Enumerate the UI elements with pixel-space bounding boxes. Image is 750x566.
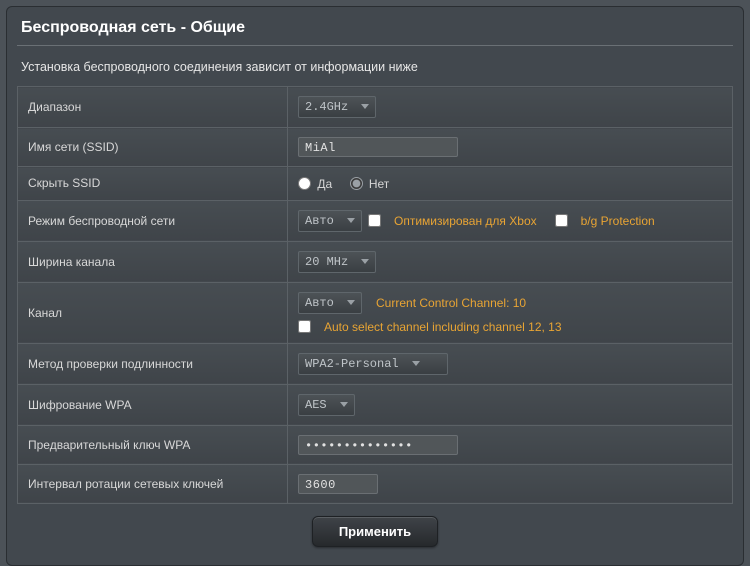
- row-wpa-psk: Предварительный ключ WPA ••••••••••••••: [18, 425, 733, 464]
- row-channel-width: Ширина канала 20 MHz: [18, 241, 733, 282]
- wireless-mode-value: Авто: [305, 214, 334, 228]
- auth-method-value: WPA2-Personal: [305, 357, 399, 371]
- hide-ssid-yes-radio[interactable]: [298, 177, 311, 190]
- row-hide-ssid: Скрыть SSID Да Нет: [18, 167, 733, 201]
- row-channel: Канал Авто Current Control Channel: 10 A…: [18, 282, 733, 343]
- hide-ssid-no-radio[interactable]: [350, 177, 363, 190]
- chevron-down-icon: [361, 259, 369, 264]
- wpa-encryption-value: AES: [305, 398, 327, 412]
- label-channel-width: Ширина канала: [18, 241, 288, 282]
- row-auth-method: Метод проверки подлинности WPA2-Personal: [18, 343, 733, 384]
- xbox-optimize-checkbox[interactable]: [368, 214, 381, 227]
- label-hide-ssid: Скрыть SSID: [18, 167, 288, 201]
- label-channel: Канал: [18, 282, 288, 343]
- rekey-interval-input[interactable]: 3600: [298, 474, 378, 494]
- bg-protection-label[interactable]: b/g Protection: [581, 214, 655, 228]
- chevron-down-icon: [347, 218, 355, 223]
- label-wpa-psk: Предварительный ключ WPA: [18, 425, 288, 464]
- auth-method-select[interactable]: WPA2-Personal: [298, 353, 448, 375]
- channel-select[interactable]: Авто: [298, 292, 362, 314]
- auto-ch-1213-label[interactable]: Auto select channel including channel 12…: [324, 320, 562, 334]
- row-wpa-encryption: Шифрование WPA AES: [18, 384, 733, 425]
- wireless-mode-select[interactable]: Авто: [298, 210, 362, 232]
- label-wpa-encryption: Шифрование WPA: [18, 384, 288, 425]
- settings-table: Диапазон 2.4GHz Имя сети (SSID) MiAl Скр…: [17, 86, 733, 504]
- hide-ssid-no-label: Нет: [369, 177, 389, 191]
- chevron-down-icon: [347, 300, 355, 305]
- channel-width-select[interactable]: 20 MHz: [298, 251, 376, 273]
- label-wireless-mode: Режим беспроводной сети: [18, 200, 288, 241]
- wireless-general-panel: Беспроводная сеть - Общие Установка бесп…: [6, 6, 744, 566]
- apply-button[interactable]: Применить: [312, 516, 438, 547]
- label-ssid: Имя сети (SSID): [18, 128, 288, 167]
- hide-ssid-yes-label: Да: [317, 177, 332, 191]
- wpa-encryption-select[interactable]: AES: [298, 394, 355, 416]
- row-rekey-interval: Интервал ротации сетевых ключей 3600: [18, 464, 733, 503]
- row-ssid: Имя сети (SSID) MiAl: [18, 128, 733, 167]
- button-row: Применить: [7, 504, 743, 565]
- ssid-input[interactable]: MiAl: [298, 137, 458, 157]
- row-wireless-mode: Режим беспроводной сети Авто Оптимизиров…: [18, 200, 733, 241]
- page-subtitle: Установка беспроводного соединения завис…: [7, 46, 743, 86]
- channel-value: Авто: [305, 296, 334, 310]
- row-band: Диапазон 2.4GHz: [18, 87, 733, 128]
- label-rekey-interval: Интервал ротации сетевых ключей: [18, 464, 288, 503]
- wpa-psk-input[interactable]: ••••••••••••••: [298, 435, 458, 455]
- band-select-value: 2.4GHz: [305, 100, 348, 114]
- current-control-channel-label: Current Control Channel: 10: [376, 296, 526, 310]
- chevron-down-icon: [340, 402, 348, 407]
- auto-ch-1213-checkbox[interactable]: [298, 320, 311, 333]
- channel-width-value: 20 MHz: [305, 255, 348, 269]
- label-auth-method: Метод проверки подлинности: [18, 343, 288, 384]
- chevron-down-icon: [412, 361, 420, 366]
- xbox-optimize-label[interactable]: Оптимизирован для Xbox: [394, 214, 537, 228]
- chevron-down-icon: [361, 104, 369, 109]
- band-select[interactable]: 2.4GHz: [298, 96, 376, 118]
- bg-protection-checkbox[interactable]: [555, 214, 568, 227]
- label-band: Диапазон: [18, 87, 288, 128]
- page-title: Беспроводная сеть - Общие: [7, 7, 743, 45]
